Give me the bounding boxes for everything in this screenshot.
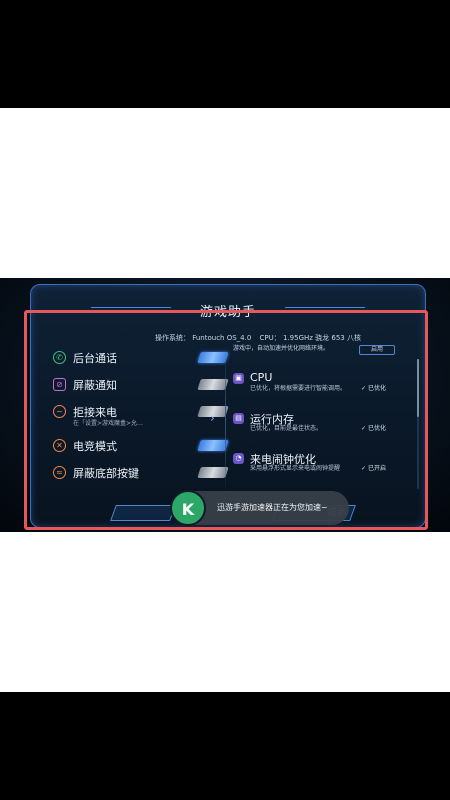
bottom-white-band — [0, 532, 450, 692]
highlight-box — [24, 310, 428, 530]
game-screen: 游戏助手 操作系统： Funtouch OS_4.0 CPU： 1.95GHz … — [0, 278, 450, 532]
top-white-band — [0, 108, 450, 278]
title-decoration-right — [285, 307, 365, 308]
